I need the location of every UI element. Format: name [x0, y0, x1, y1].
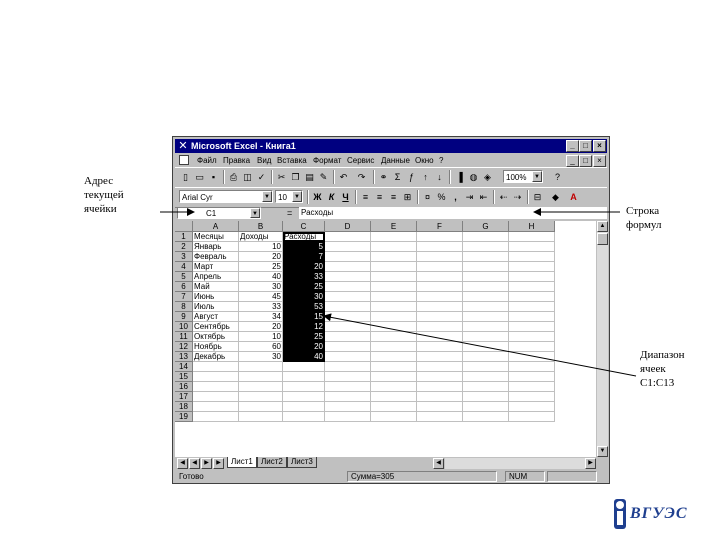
range-arrow — [323, 313, 637, 377]
annotation-arrows — [160, 208, 637, 377]
logo-text: ВГУЭС — [630, 505, 688, 522]
vguas-logo: ВГУЭС — [610, 497, 696, 533]
